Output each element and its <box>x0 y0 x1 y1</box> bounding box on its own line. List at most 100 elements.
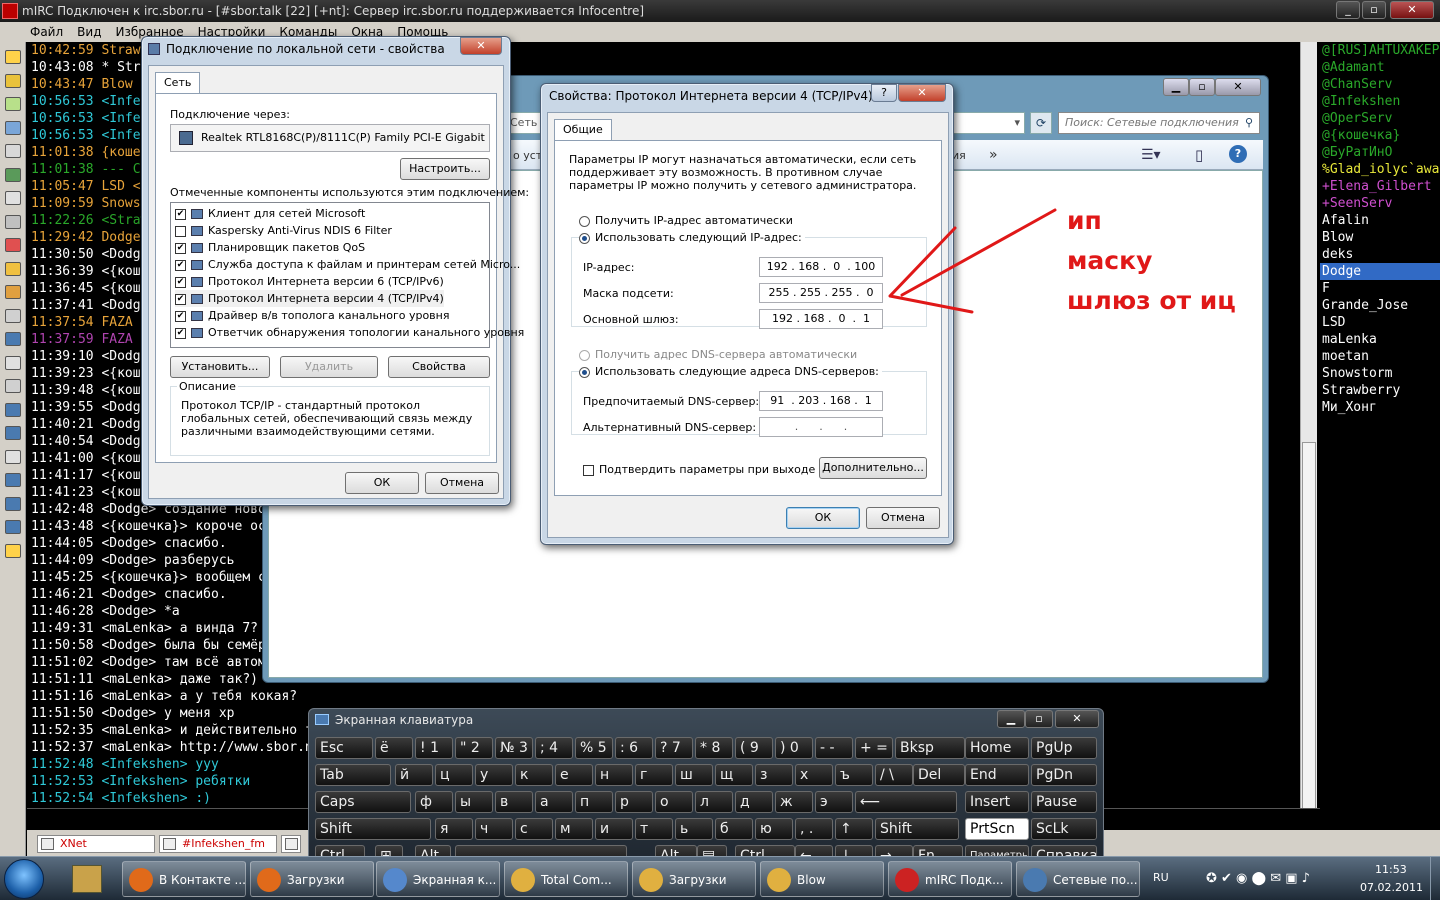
key-с[interactable]: с <box>515 818 553 840</box>
switch-tab-more[interactable] <box>281 835 301 853</box>
key-end[interactable]: End <box>965 764 1029 786</box>
key-sclk[interactable]: ScLk <box>1031 818 1097 840</box>
key--4[interactable]: ; 4 <box>535 737 573 759</box>
component-item[interactable]: ✔ Драйвер в/в тополога канального уровня <box>175 307 449 324</box>
keyboard-maximize-button[interactable]: ▫ <box>1025 710 1053 728</box>
nick-item[interactable]: +Elena_Gilbert <box>1320 178 1440 195</box>
key-ш[interactable]: ш <box>675 764 713 786</box>
tab-network[interactable]: Сеть <box>155 72 201 94</box>
toolbar-icon[interactable] <box>5 426 21 440</box>
key-д[interactable]: д <box>735 791 773 813</box>
toolbar-icon[interactable] <box>5 520 21 534</box>
key-э[interactable]: э <box>815 791 853 813</box>
taskbar-item[interactable]: В Контакте ... <box>122 861 246 897</box>
key-я[interactable]: я <box>435 818 473 840</box>
toolbar-icon[interactable] <box>5 285 21 299</box>
menu-item[interactable]: Файл <box>30 25 63 39</box>
chevron-more-icon[interactable]: » <box>989 147 998 163</box>
keyboard-minimize-button[interactable]: ▁ <box>997 710 1025 728</box>
nick-item[interactable]: LSD <box>1320 314 1440 331</box>
key-о[interactable]: о <box>655 791 693 813</box>
toolbar-icon[interactable] <box>5 214 21 229</box>
keyboard-close-button[interactable]: ✕ <box>1055 710 1099 728</box>
nick-item[interactable]: @[RUS]AHTUXAKEP <box>1320 42 1440 59</box>
key--7[interactable]: ? 7 <box>655 737 693 759</box>
toolbar-icon[interactable] <box>5 120 21 135</box>
key-м[interactable]: м <box>555 818 593 840</box>
nick-item[interactable]: Snowstorm <box>1320 365 1440 382</box>
toolbar-icon[interactable] <box>5 496 21 511</box>
component-checkbox[interactable]: ✔ <box>175 310 186 322</box>
maximize-button[interactable]: ▫ <box>1362 1 1386 19</box>
key-р[interactable]: р <box>615 791 653 813</box>
properties-button[interactable]: Свойства <box>388 356 490 378</box>
nick-item[interactable]: @ChanServ <box>1320 76 1440 93</box>
key--1[interactable]: ! 1 <box>415 737 453 759</box>
key--[interactable]: + = <box>855 737 893 759</box>
cancel-button[interactable]: Отмена <box>866 507 940 529</box>
subnet-mask-input[interactable]: 255 . 255 . 255 . 0 <box>759 283 883 303</box>
manual-ip-radio[interactable]: Использовать следующий IP-адрес: <box>579 231 805 244</box>
key--[interactable]: / \ <box>875 764 913 786</box>
explorer-minimize-button[interactable]: ▁ <box>1163 78 1189 96</box>
show-desktop-button[interactable] <box>1430 857 1440 900</box>
dialog-close-button[interactable]: ✕ <box>898 84 946 102</box>
clock-date[interactable]: 07.02.2011 <box>1360 881 1423 894</box>
component-checkbox[interactable]: ✔ <box>175 259 186 271</box>
toolbar-icon[interactable] <box>5 355 21 370</box>
key-й[interactable]: й <box>395 764 433 786</box>
nick-item[interactable]: @Adamant <box>1320 59 1440 76</box>
toolbar-icon[interactable] <box>5 402 21 417</box>
nick-item[interactable]: maLenka <box>1320 331 1440 348</box>
validate-checkbox[interactable]: Подтвердить параметры при выходе <box>583 463 815 476</box>
toolbar-icon[interactable] <box>5 308 21 323</box>
explorer-maximize-button[interactable]: ▫ <box>1189 78 1215 96</box>
nick-item[interactable]: Ми_Хонг <box>1320 399 1440 416</box>
key-ц[interactable]: ц <box>435 764 473 786</box>
switch-tab-infekshen[interactable]: #Infekshen_fm <box>159 835 277 853</box>
toolbar-icon[interactable] <box>5 73 21 88</box>
key-shift[interactable]: Shift <box>315 818 431 840</box>
remove-button[interactable]: Удалить <box>280 356 378 378</box>
ok-button[interactable]: ОК <box>786 507 860 529</box>
taskbar-item[interactable]: Сетевые по... <box>1016 861 1140 897</box>
nick-item[interactable]: +SeenServ <box>1320 195 1440 212</box>
language-indicator[interactable]: RU <box>1153 871 1169 884</box>
key-ж[interactable]: ж <box>775 791 813 813</box>
nick-item[interactable]: Afalin <box>1320 212 1440 229</box>
component-item[interactable]: ✔ Ответчик обнаружения топологии канально… <box>175 324 524 341</box>
toolbar-icon[interactable] <box>5 473 21 487</box>
component-item[interactable]: ✔ Протокол Интернета версии 4 (TCP/IPv4) <box>175 290 444 307</box>
key--5[interactable]: % 5 <box>575 737 613 759</box>
component-checkbox[interactable] <box>175 225 186 237</box>
component-item[interactable]: ✔ Протокол Интернета версии 6 (TCP/IPv6) <box>175 273 444 290</box>
key-п[interactable]: п <box>575 791 613 813</box>
key-н[interactable]: н <box>595 764 633 786</box>
taskbar-item[interactable]: Загрузки <box>632 861 756 897</box>
key-а[interactable]: а <box>535 791 573 813</box>
dropdown-icon[interactable]: ▾ <box>1014 113 1020 133</box>
key--8[interactable]: * 8 <box>695 737 733 759</box>
toolbar-icon[interactable] <box>5 191 21 205</box>
toolbar-icon[interactable] <box>5 332 21 346</box>
auto-ip-radio[interactable]: Получить IP-адрес автоматически <box>579 214 793 227</box>
key-и[interactable]: и <box>595 818 633 840</box>
toolbar-icon[interactable] <box>5 449 21 464</box>
toolbar-icon[interactable] <box>5 144 21 158</box>
component-checkbox[interactable]: ✔ <box>175 242 186 254</box>
alternate-dns-input[interactable]: . . . <box>759 417 883 437</box>
key-к[interactable]: к <box>515 764 553 786</box>
key--2[interactable]: " 2 <box>455 737 493 759</box>
key-bksp[interactable]: Bksp <box>895 737 965 759</box>
key-б[interactable]: б <box>715 818 753 840</box>
key-х[interactable]: х <box>795 764 833 786</box>
key-щ[interactable]: щ <box>715 764 753 786</box>
ok-button[interactable]: ОК <box>345 472 419 494</box>
install-button[interactable]: Установить... <box>170 356 270 378</box>
key--9[interactable]: ( 9 <box>735 737 773 759</box>
key-ы[interactable]: ы <box>455 791 493 813</box>
key--[interactable]: ↑ <box>835 818 873 840</box>
dialog-close-button[interactable]: ✕ <box>460 37 502 55</box>
preview-pane-icon[interactable]: ▯ <box>1195 146 1203 164</box>
key-ч[interactable]: ч <box>475 818 513 840</box>
